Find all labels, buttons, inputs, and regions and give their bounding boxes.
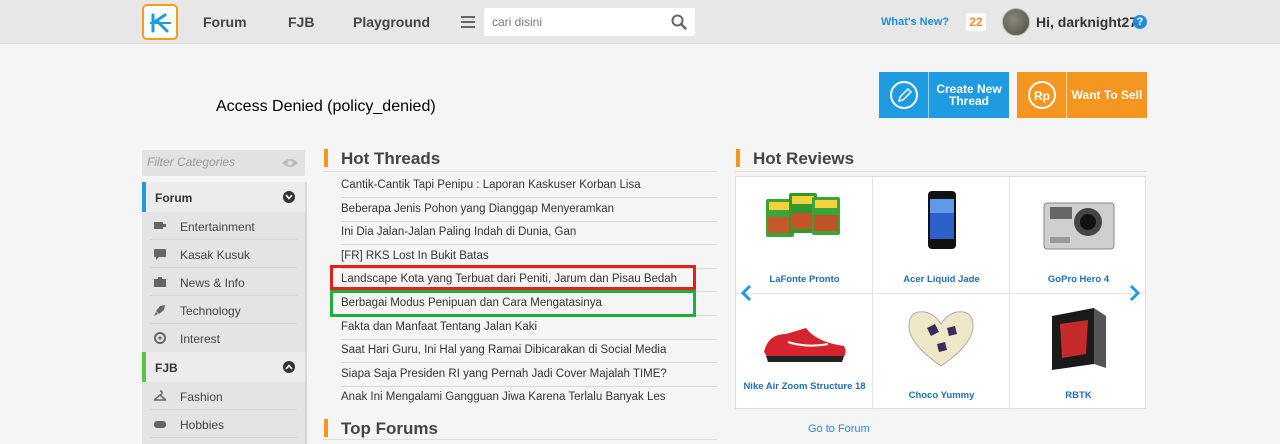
thread-item[interactable]: Fakta dan Manfaat Tentang Jalan Kaki [341,316,717,340]
eye-icon[interactable] [281,157,299,169]
book-image [1052,308,1106,370]
sidebar-item-interest[interactable]: Interest [142,324,305,352]
sidebar-item-fashion[interactable]: Fashion [142,382,305,410]
sidebar-item-news-info[interactable]: News & Info [142,268,305,296]
hamburger-menu-icon[interactable] [455,8,483,36]
lafonte-pack-image [766,193,840,237]
green-highlight-box [330,290,696,317]
chevron-up-icon[interactable] [283,361,295,373]
kaskus-logo[interactable] [142,4,178,40]
chevron-left-icon[interactable] [740,284,754,302]
hot-reviews-title: Hot Reviews [736,149,854,169]
review-caption[interactable]: Nike Air Zoom Structure 18 [736,380,873,393]
review-caption[interactable]: Acer Liquid Jade [873,273,1010,286]
top-forums-title: Top Forums [324,419,438,439]
help-icon[interactable]: ? [1133,15,1147,29]
rupiah-icon: Rp [1017,72,1067,118]
shoe-image [764,328,846,362]
sidebar-item-technology[interactable]: Technology [142,296,305,324]
sidebar-item-label: Interest [180,332,221,346]
sidebar-section-forum[interactable]: Forum [142,182,305,212]
user-greeting[interactable]: Hi, darknight27 [1036,14,1137,30]
sidebar-item-label: Fashion [180,390,223,404]
hot-reviews-grid: LaFonte Pronto Acer Liquid Jade GoPro He… [735,176,1147,410]
chevron-down-icon[interactable] [283,191,295,203]
sidebar-item-label: Technology [180,304,241,318]
thread-item[interactable]: Anak Ini Mengalami Gangguan Jiwa Karena … [341,386,717,410]
nav-fjb[interactable]: FJB [288,14,314,30]
nav-forum[interactable]: Forum [203,14,247,30]
review-item-acer-liquid-jade[interactable]: Acer Liquid Jade [873,177,1010,293]
search-box [484,8,695,36]
review-item-rbtk[interactable]: RBTK [1010,294,1147,410]
review-item-nike-air-zoom[interactable]: Nike Air Zoom Structure 18 [736,294,873,410]
phone-image [928,191,956,249]
section-title: FJB [155,361,178,375]
sidebar-item-label: Entertainment [180,220,255,234]
filter-categories-input[interactable] [147,155,267,169]
pencil-icon [879,72,929,118]
access-denied-message: Access Denied (policy_denied) [216,98,436,115]
sidebar-section-fjb[interactable]: FJB [142,352,305,382]
avatar[interactable] [1002,8,1030,36]
nav-playground[interactable]: Playground [353,14,430,30]
filter-categories [142,150,305,176]
camera-image [1043,202,1115,250]
sidebar-item-label: News & Info [180,276,245,290]
search-input[interactable] [492,13,657,31]
section-title: Forum [155,191,193,205]
chevron-right-icon[interactable] [1127,284,1141,302]
review-item-choco-yummy[interactable]: Choco Yummy [873,294,1010,410]
category-sidebar: Forum Entertainment Kasak Kusuk News & I… [142,182,307,444]
thread-item[interactable]: Siapa Saja Presiden RI yang Pernah Jadi … [341,363,717,387]
sidebar-item-label: Hobbies [180,418,225,432]
red-highlight-box [330,265,696,290]
review-caption[interactable]: Choco Yummy [873,389,1010,402]
create-thread-button[interactable]: Create New Thread [879,72,1009,118]
controller-icon [154,421,166,428]
search-icon[interactable] [671,14,687,30]
go-to-forum-link[interactable]: Go to Forum [808,423,870,435]
thread-item[interactable]: Beberapa Jenis Pohon yang Dianggap Menye… [341,198,717,222]
chat-icon [154,249,166,260]
hanger-icon [154,390,166,401]
want-to-sell-label: Want To Sell [1071,88,1143,102]
thread-item[interactable]: Saat Hari Guru, Ini Hal yang Ramai Dibic… [341,339,717,363]
sidebar-item-label: Kasak Kusuk [180,248,251,262]
sidebar-item-entertainment[interactable]: Entertainment [142,212,305,240]
hot-threads-title: Hot Threads [324,149,440,169]
rocket-icon [154,305,165,316]
target-icon [154,332,166,344]
sidebar-item-hobbies[interactable]: Hobbies [142,410,305,438]
svg-text:Rp: Rp [1034,89,1050,103]
thread-item[interactable]: Cantik-Cantik Tapi Penipu : Laporan Kask… [341,174,717,198]
whats-new-link[interactable]: What's New? [881,16,949,28]
thread-item[interactable]: Ini Dia Jalan-Jalan Paling Indah di Duni… [341,221,717,245]
top-bar: Forum FJB Playground What's New? 22 Hi, … [0,0,1280,44]
tv-icon [154,222,166,229]
review-caption[interactable]: LaFonte Pronto [736,273,873,286]
want-to-sell-button[interactable]: Rp Want To Sell [1017,72,1147,118]
chocolate-image [908,311,974,367]
review-item-lafonte-pronto[interactable]: LaFonte Pronto [736,177,873,293]
notification-badge[interactable]: 22 [966,13,986,31]
sidebar-item-kasak-kusuk[interactable]: Kasak Kusuk [142,240,305,268]
briefcase-icon [154,277,166,287]
review-caption[interactable]: RBTK [1010,389,1147,402]
create-thread-label: Create New Thread [936,82,1002,108]
review-item-gopro-hero-4[interactable]: GoPro Hero 4 [1010,177,1147,293]
